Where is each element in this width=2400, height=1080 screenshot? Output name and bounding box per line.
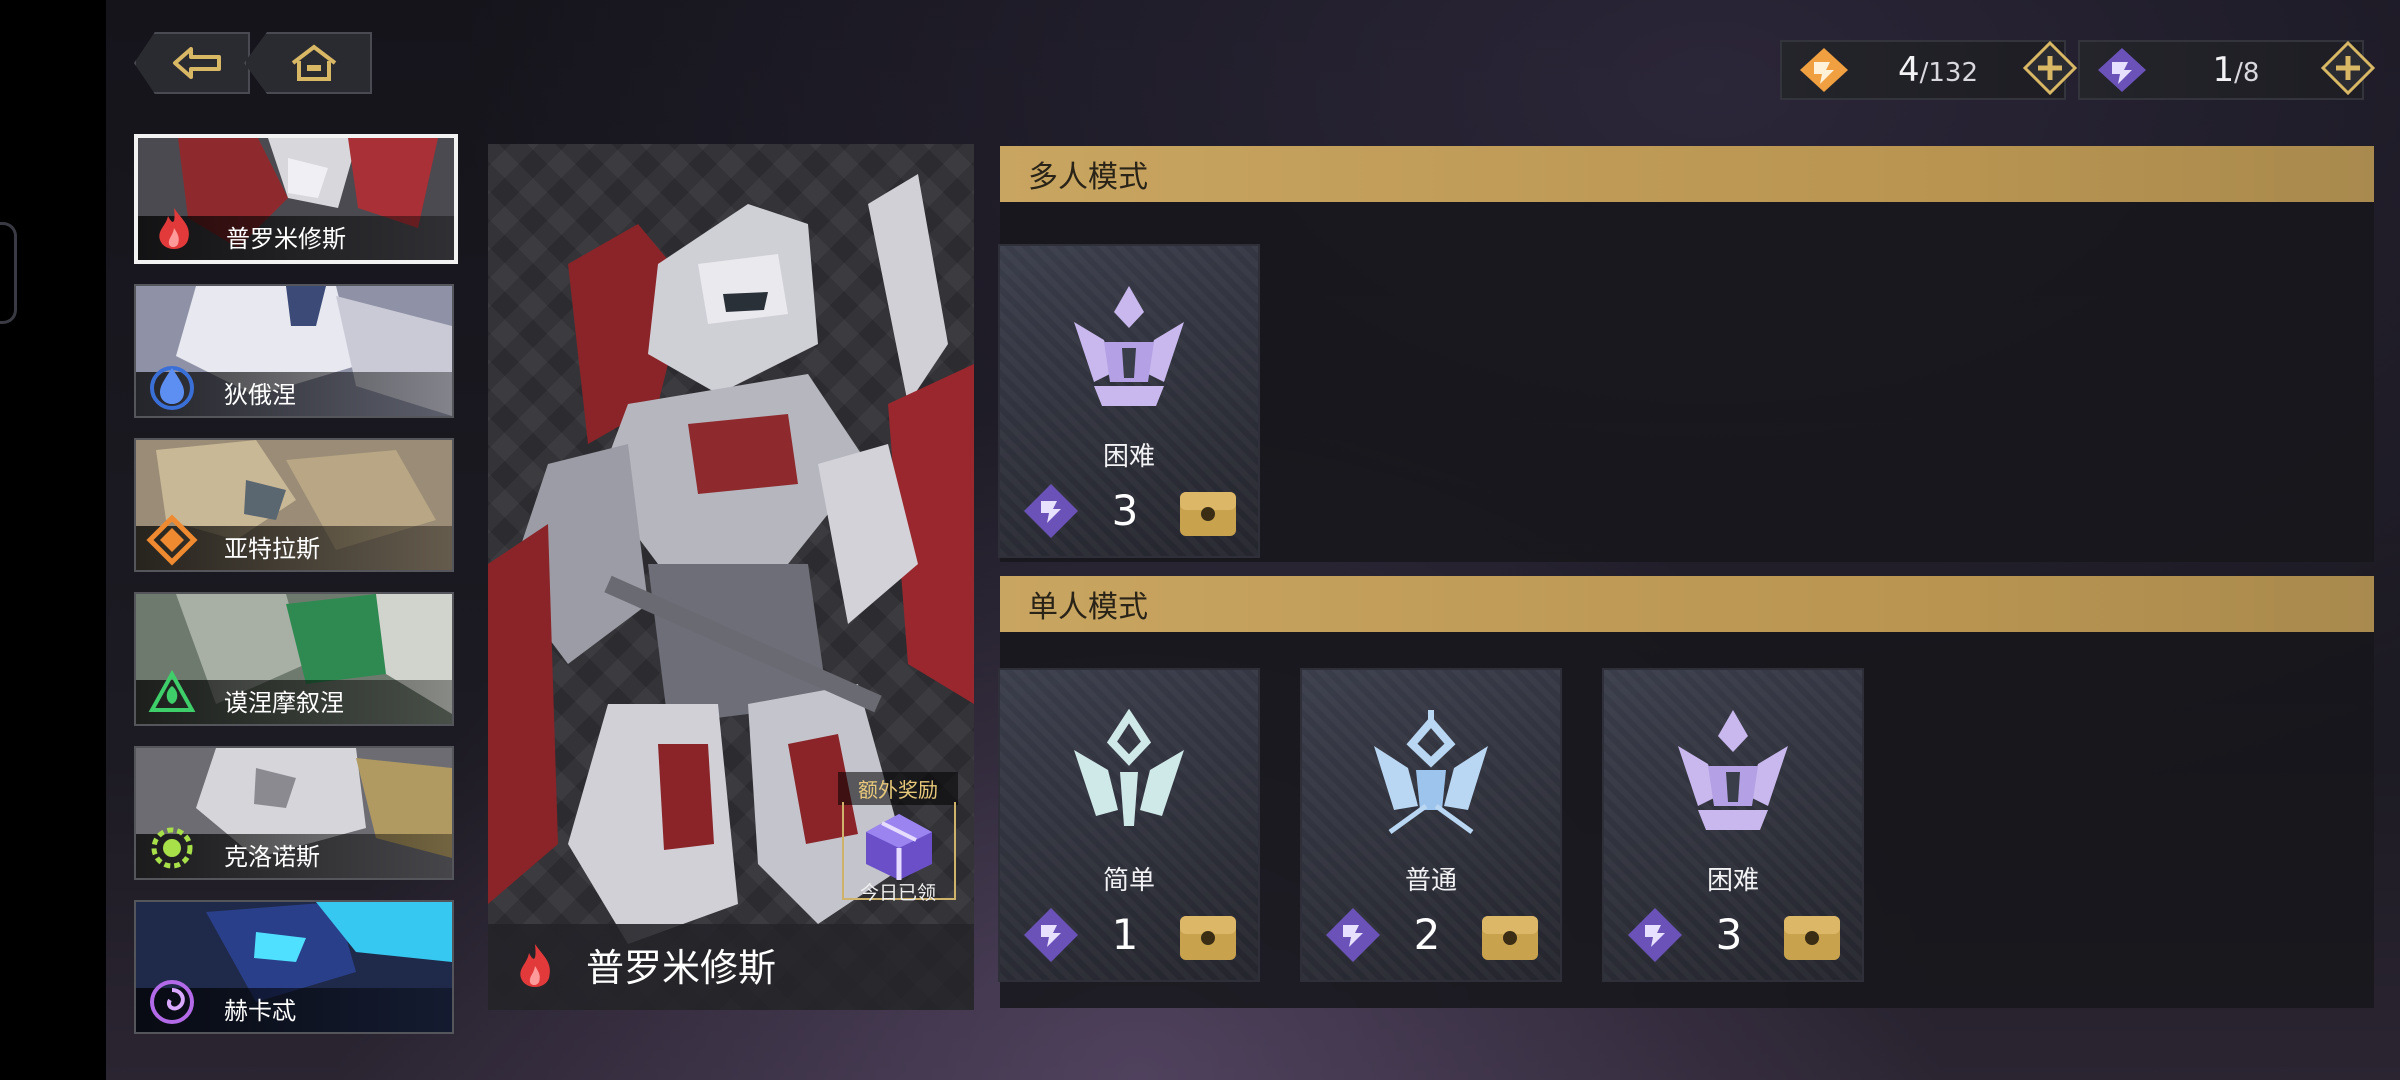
extra-reward-title: 额外奖励: [838, 772, 958, 805]
purple-diamond-emblem-icon: [1024, 484, 1078, 538]
portrait-character-name: 普罗米修斯: [586, 946, 777, 990]
character-item-mnemosyne[interactable]: 谟涅摩叙涅: [134, 592, 454, 726]
multiplayer-hard-card[interactable]: 困难 3: [998, 244, 1260, 558]
home-button[interactable]: [244, 32, 372, 94]
extra-reward-status: 今日已领: [859, 882, 936, 904]
character-portrait: 额外奖励 今日已领 普罗米修斯: [488, 144, 974, 1010]
purple-diamond-emblem-icon: [2098, 48, 2146, 92]
character-item-dione[interactable]: 狄俄涅: [134, 284, 454, 418]
earth-emblem-icon: [146, 514, 198, 566]
easy-difficulty-crest-icon: [1074, 708, 1184, 826]
extra-reward-badge[interactable]: 额外奖励 今日已领: [838, 772, 958, 912]
difficulty-label: 困难: [1102, 442, 1155, 472]
wind-emblem-icon: [148, 669, 196, 712]
character-name: 赫卡忒: [224, 997, 296, 1025]
difficulty-label: 困难: [1706, 866, 1759, 896]
cost-count: 3: [1111, 486, 1139, 535]
singleplayer-easy-card[interactable]: 简单 1: [998, 668, 1260, 982]
hard-difficulty-crest-icon: [1074, 286, 1184, 406]
character-name: 普罗米修斯: [226, 225, 346, 253]
purple-diamond-emblem-icon: [1628, 908, 1682, 962]
character-name: 克洛诺斯: [224, 843, 320, 871]
purple-diamond-emblem-icon: [1024, 908, 1078, 962]
difficulty-label: 普通: [1404, 866, 1457, 896]
spiral-emblem-icon: [150, 980, 194, 1024]
hard-difficulty-crest-icon: [1678, 710, 1788, 830]
orange-diamond-emblem-icon: [1800, 48, 1848, 92]
singleplayer-normal-card[interactable]: 普通 2: [1300, 668, 1562, 982]
singleplayer-header: 单人模式: [1000, 576, 2374, 632]
sun-gear-emblem-icon: [151, 827, 193, 869]
home-icon: [291, 44, 337, 81]
side-handle[interactable]: [0, 222, 17, 324]
character-name: 谟涅摩叙涅: [224, 689, 344, 717]
reward-chest-icon[interactable]: [1782, 910, 1842, 964]
character-item-atlas[interactable]: 亚特拉斯: [134, 438, 454, 572]
difficulty-label: 简单: [1102, 866, 1155, 896]
cost-count: 3: [1715, 910, 1743, 959]
cost-count: 1: [1111, 910, 1139, 959]
purple-diamond-emblem-icon: [1326, 908, 1380, 962]
multiplayer-title: 多人模式: [1028, 160, 1148, 195]
back-arrow-icon: [173, 47, 221, 79]
water-drop-emblem-icon: [150, 366, 194, 410]
character-list: 普罗米修斯 狄俄涅 亚特拉斯 谟涅摩叙涅 克洛诺斯 赫卡忒: [134, 134, 458, 1054]
flame-emblem-icon: [159, 208, 189, 249]
singleplayer-title: 单人模式: [1028, 590, 1148, 625]
character-item-prometheus[interactable]: 普罗米修斯: [134, 134, 458, 264]
add-orange-currency-icon[interactable]: [2022, 40, 2078, 96]
cost-count: 2: [1413, 910, 1441, 959]
character-item-hecate[interactable]: 赫卡忒: [134, 900, 454, 1034]
singleplayer-hard-card[interactable]: 困难 3: [1602, 668, 1864, 982]
reward-chest-icon[interactable]: [1178, 486, 1238, 540]
reward-chest-icon[interactable]: [1480, 910, 1540, 964]
reward-chest-icon[interactable]: [1178, 910, 1238, 964]
character-name: 狄俄涅: [224, 381, 296, 409]
currency-purple-counter: 1/8: [2078, 40, 2376, 100]
gift-box-icon: [866, 814, 932, 880]
flame-emblem-icon: [520, 944, 550, 987]
normal-difficulty-crest-icon: [1374, 710, 1488, 835]
character-item-kronos[interactable]: 克洛诺斯: [134, 746, 454, 880]
currency-orange-counter: 4/132: [1780, 40, 2078, 100]
character-name: 亚特拉斯: [224, 535, 320, 563]
multiplayer-header: 多人模式: [1000, 146, 2374, 202]
add-purple-currency-icon[interactable]: [2320, 40, 2376, 96]
back-button[interactable]: [134, 32, 250, 94]
